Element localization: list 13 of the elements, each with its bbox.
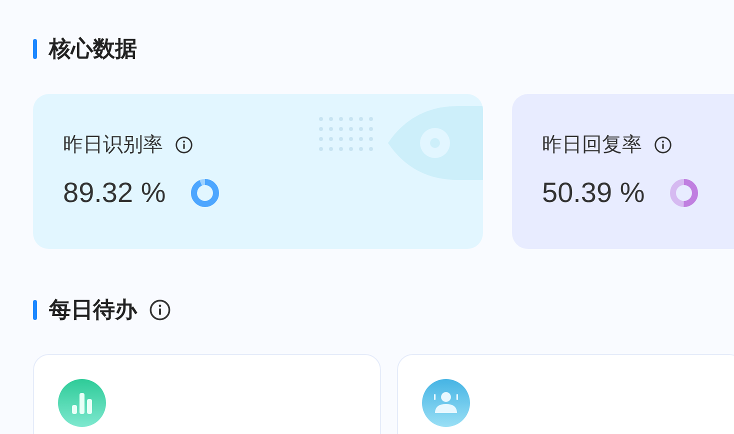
bar-chart-icon <box>58 379 106 427</box>
stat-value: 89.32 % <box>63 176 166 210</box>
stat-label: 昨日识别率 <box>63 133 163 158</box>
person-speaking-icon <box>422 379 470 427</box>
stat-value: 50.39 % <box>542 176 645 210</box>
stat-label: 昨日回复率 <box>542 133 642 158</box>
accent-bar <box>33 38 37 58</box>
section-title: 核心数据 <box>49 35 137 63</box>
info-icon[interactable] <box>654 136 672 154</box>
section-title: 每日待办 <box>49 296 137 324</box>
info-icon[interactable] <box>149 298 171 320</box>
info-icon[interactable] <box>175 136 193 154</box>
accent-bar <box>33 300 37 320</box>
